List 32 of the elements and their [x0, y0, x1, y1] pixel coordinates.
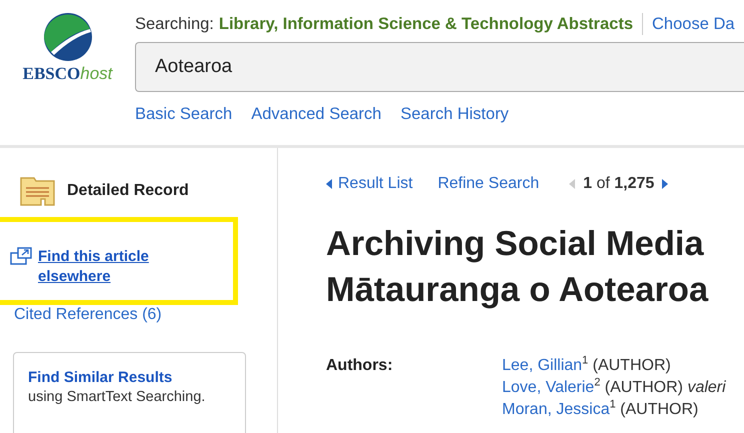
- author-link[interactable]: Lee, Gillian: [502, 357, 582, 375]
- find-elsewhere-link[interactable]: Find this article elsewhere: [38, 247, 188, 287]
- search-mode-link[interactable]: Search History: [400, 105, 509, 124]
- database-name: Library, Information Science & Technology Abstracts: [218, 14, 634, 34]
- choose-databases-link[interactable]: Choose Da: [652, 14, 735, 34]
- result-list-link[interactable]: Result List: [338, 175, 413, 193]
- author-role: $^{1}$ (AUTHOR): [582, 357, 671, 375]
- author-link[interactable]: Love, Valerie: [502, 379, 594, 397]
- refine-search-link[interactable]: Refine Search: [438, 175, 540, 193]
- authors-label: Authors:: [326, 357, 394, 376]
- similar-results-card[interactable]: Find Similar Results using SmartText Searching.: [13, 352, 246, 433]
- previous-icon: [569, 179, 576, 189]
- globe-logo-icon: [42, 12, 92, 62]
- cited-references-link[interactable]: Cited References (6): [14, 306, 277, 324]
- search-field[interactable]: Aotearoa: [135, 42, 744, 92]
- next-icon[interactable]: [662, 179, 668, 189]
- article-title-line: Mātauranga o Aotearoa: [326, 270, 710, 311]
- author-role: $^{2}$ (AUTHOR) valeri: [594, 379, 726, 397]
- section-title: Detailed Record: [67, 182, 189, 200]
- card-subtitle: using SmartText Searching.: [28, 389, 206, 405]
- author-role: $^{1}$ (AUTHOR): [610, 401, 698, 419]
- author-link[interactable]: Moran, Jessica: [502, 401, 610, 419]
- external-link-icon: [10, 247, 32, 265]
- article-title-line: Archiving Social Media: [326, 224, 705, 265]
- card-title: Find Similar Results: [28, 369, 174, 386]
- folder-icon: [20, 175, 55, 206]
- left-arrow-icon: [326, 179, 332, 189]
- search-mode-link[interactable]: Basic Search: [135, 105, 232, 124]
- result-position: 1 of 1,275: [583, 175, 654, 193]
- searching-label: Searching:: [135, 14, 214, 34]
- search-mode-link[interactable]: Advanced Search: [251, 105, 382, 124]
- logo-wordmark: EBSCOhost: [22, 64, 112, 84]
